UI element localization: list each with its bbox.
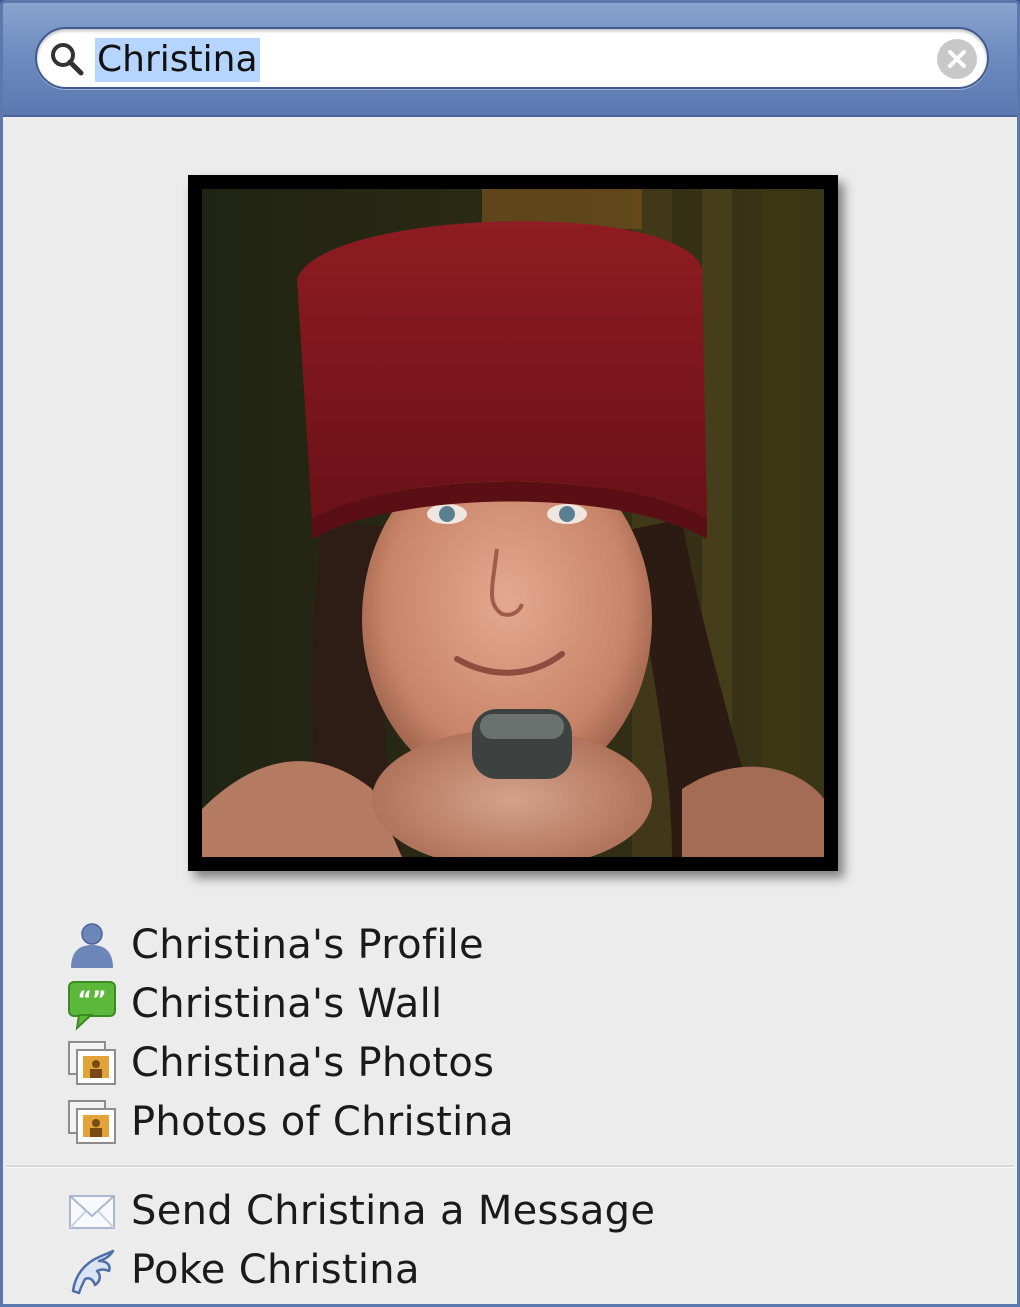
menu-label-photos-of: Photos of Christina — [131, 1099, 514, 1145]
profile-photo[interactable] — [188, 175, 838, 871]
search-input[interactable]: Christina — [95, 38, 260, 82]
speech-bubble-icon: “” — [68, 981, 116, 1031]
clear-search-button[interactable] — [937, 39, 977, 79]
menu-item-wall[interactable]: “” Christina's Wall — [65, 977, 442, 1031]
menu-divider — [6, 1165, 1014, 1168]
search-header: Christina — [3, 3, 1017, 117]
photo-stack-icon — [68, 1041, 116, 1085]
poke-hand-icon — [71, 1249, 115, 1295]
quick-launch-panel: Christina Christina's Profile “” Christi… — [0, 0, 1020, 1307]
search-field[interactable]: Christina — [35, 27, 989, 89]
menu-label-message: Send Christina a Message — [131, 1188, 656, 1234]
envelope-icon — [69, 1195, 115, 1229]
person-icon — [71, 923, 113, 968]
photo-stack-icon — [68, 1100, 116, 1144]
menu-item-message[interactable]: Send Christina a Message — [65, 1184, 655, 1238]
profile-photo-image — [202, 189, 824, 857]
clear-icon — [948, 50, 966, 68]
search-icon — [51, 43, 84, 76]
menu-item-poke[interactable]: Poke Christina — [65, 1243, 420, 1297]
svg-text:“”: “” — [78, 988, 107, 1013]
menu-label-profile: Christina's Profile — [131, 922, 484, 968]
menu-label-photos: Christina's Photos — [131, 1040, 495, 1086]
menu-item-photos-of[interactable]: Photos of Christina — [65, 1095, 514, 1149]
menu-label-wall: Christina's Wall — [131, 981, 443, 1027]
menu-item-profile[interactable]: Christina's Profile — [65, 918, 484, 972]
menu-label-poke: Poke Christina — [131, 1247, 420, 1293]
menu-item-photos[interactable]: Christina's Photos — [65, 1036, 494, 1090]
